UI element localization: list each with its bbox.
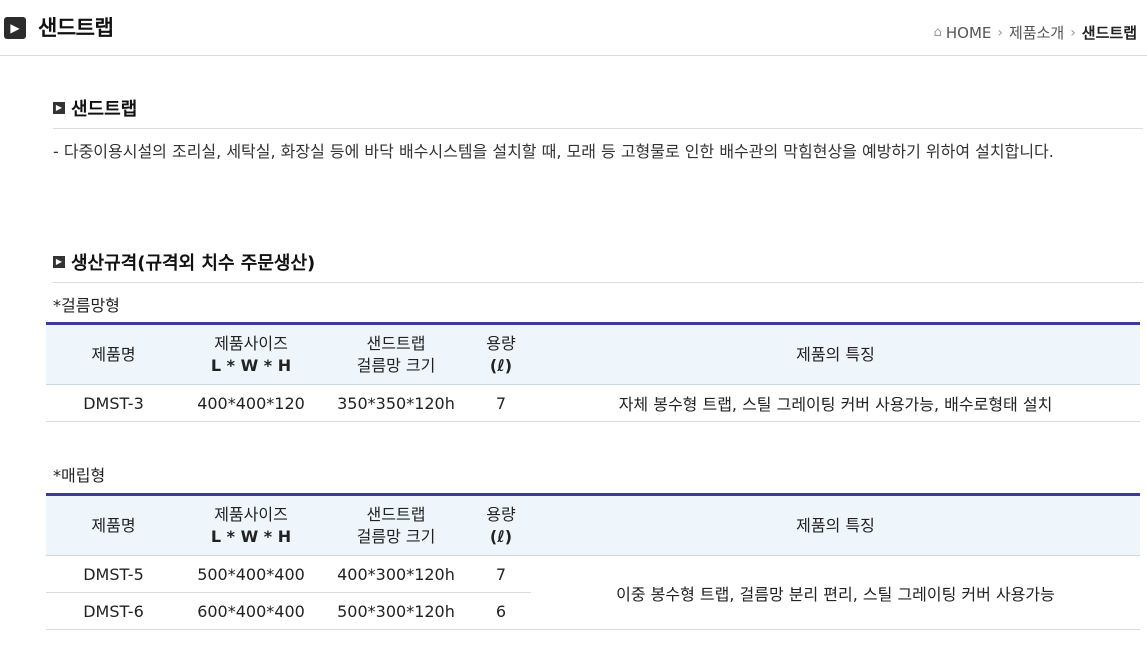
spec-title: 생산규격(규격외 치수 주문생산) [71, 253, 316, 274]
col-volume-line1: 용량 [486, 333, 516, 353]
chevron-right-icon: › [1070, 24, 1076, 41]
cell-size: 600*400*400 [181, 592, 321, 630]
col-volume: 용량 (ℓ) [471, 323, 531, 385]
table-header-row: 제품명 제품사이즈 L * W * H 샌드트랩 걸름망 크기 용량 (ℓ) 제… [46, 494, 1140, 556]
cell-trap: 400*300*120h [321, 555, 471, 593]
chevron-right-icon: › [997, 24, 1003, 41]
cell-feature: 자체 봉수형 트랩, 스틸 그레이팅 커버 사용가능, 배수로형태 설치 [531, 384, 1140, 422]
col-size: 제품사이즈 L * W * H [181, 323, 321, 385]
cell-size: 400*400*120 [181, 384, 321, 422]
col-size: 제품사이즈 L * W * H [181, 494, 321, 556]
spec-table-buried: 제품명 제품사이즈 L * W * H 샌드트랩 걸름망 크기 용량 (ℓ) 제… [46, 493, 1140, 630]
cell-volume: 7 [471, 384, 531, 422]
cell-trap: 350*350*120h [321, 384, 471, 422]
table-row: DMST-5 500*400*400 400*300*120h 7 이중 봉수형… [46, 555, 1140, 630]
table-subtitle: *매립형 [53, 466, 106, 485]
spec-heading: ▶ 생산규격(규격외 치수 주문생산) [53, 249, 315, 275]
col-volume-unit: (ℓ) [489, 526, 513, 546]
table-header-row: 제품명 제품사이즈 L * W * H 샌드트랩 걸름망 크기 용량 (ℓ) 제… [46, 323, 1140, 385]
breadcrumb-current: 샌드트랩 [1081, 24, 1137, 42]
home-icon[interactable]: ⌂ [934, 25, 942, 40]
col-size-dims: L * W * H [210, 355, 292, 375]
intro-description: - 다중이용시설의 조리실, 세탁실, 화장실 등에 바닥 배수시스템을 설치할… [53, 142, 1054, 161]
breadcrumb-category[interactable]: 제품소개 [1009, 22, 1064, 43]
col-feature: 제품의 특징 [531, 323, 1140, 385]
page-title: 샌드트랩 [38, 16, 114, 40]
col-trap-line2: 걸름망 크기 [356, 526, 436, 546]
col-trap-line1: 샌드트랩 [366, 504, 426, 524]
bullet-arrow-icon: ▶ [53, 102, 65, 114]
col-volume: 용량 (ℓ) [471, 494, 531, 556]
col-trap: 샌드트랩 걸름망 크기 [321, 494, 471, 556]
cell-volume: 6 [471, 592, 531, 630]
col-size-line1: 제품사이즈 [214, 333, 288, 353]
col-size-line1: 제품사이즈 [214, 504, 288, 524]
cell-trap: 500*300*120h [321, 592, 471, 630]
breadcrumb: ⌂ HOME › 제품소개 › 샌드트랩 [934, 22, 1137, 43]
col-trap: 샌드트랩 걸름망 크기 [321, 323, 471, 385]
cell-name: DMST-6 [46, 592, 181, 630]
table-subtitle: *걸름망형 [53, 296, 120, 315]
cell-volume: 7 [471, 555, 531, 593]
intro-title: 샌드트랩 [71, 99, 138, 120]
col-size-line2: L * W * H [181, 526, 321, 548]
cell-name: DMST-5 [46, 555, 181, 593]
cell-feature: 이중 봉수형 트랩, 걸름망 분리 편리, 스틸 그레이팅 커버 사용가능 [531, 555, 1140, 630]
intro-heading: ▶ 샌드트랩 [53, 95, 137, 121]
cell-size: 500*400*400 [181, 555, 321, 593]
col-size-dims: L * W * H [210, 526, 292, 546]
col-trap-line1: 샌드트랩 [366, 333, 426, 353]
breadcrumb-home[interactable]: HOME [946, 24, 992, 42]
col-size-line2: L * W * H [181, 355, 321, 377]
col-feature: 제품의 특징 [531, 494, 1140, 556]
col-volume-line1: 용량 [486, 504, 516, 524]
col-volume-line2: (ℓ) [471, 526, 531, 548]
col-volume-line2: (ℓ) [471, 355, 531, 377]
page-header: ▶ 샌드트랩 ⌂ HOME › 제품소개 › 샌드트랩 [0, 0, 1147, 56]
spec-table-strainer: 제품명 제품사이즈 L * W * H 샌드트랩 걸름망 크기 용량 (ℓ) 제… [46, 322, 1140, 422]
col-volume-unit: (ℓ) [489, 355, 513, 375]
cell-name: DMST-3 [46, 384, 181, 422]
col-trap-line2: 걸름망 크기 [356, 355, 436, 375]
table-row: DMST-3 400*400*120 350*350*120h 7 자체 봉수형… [46, 384, 1140, 422]
col-name: 제품명 [46, 494, 181, 556]
bullet-arrow-icon: ▶ [53, 256, 65, 268]
divider [53, 282, 1143, 283]
divider [53, 128, 1143, 129]
play-arrow-icon: ▶ [4, 17, 26, 39]
col-name: 제품명 [46, 323, 181, 385]
